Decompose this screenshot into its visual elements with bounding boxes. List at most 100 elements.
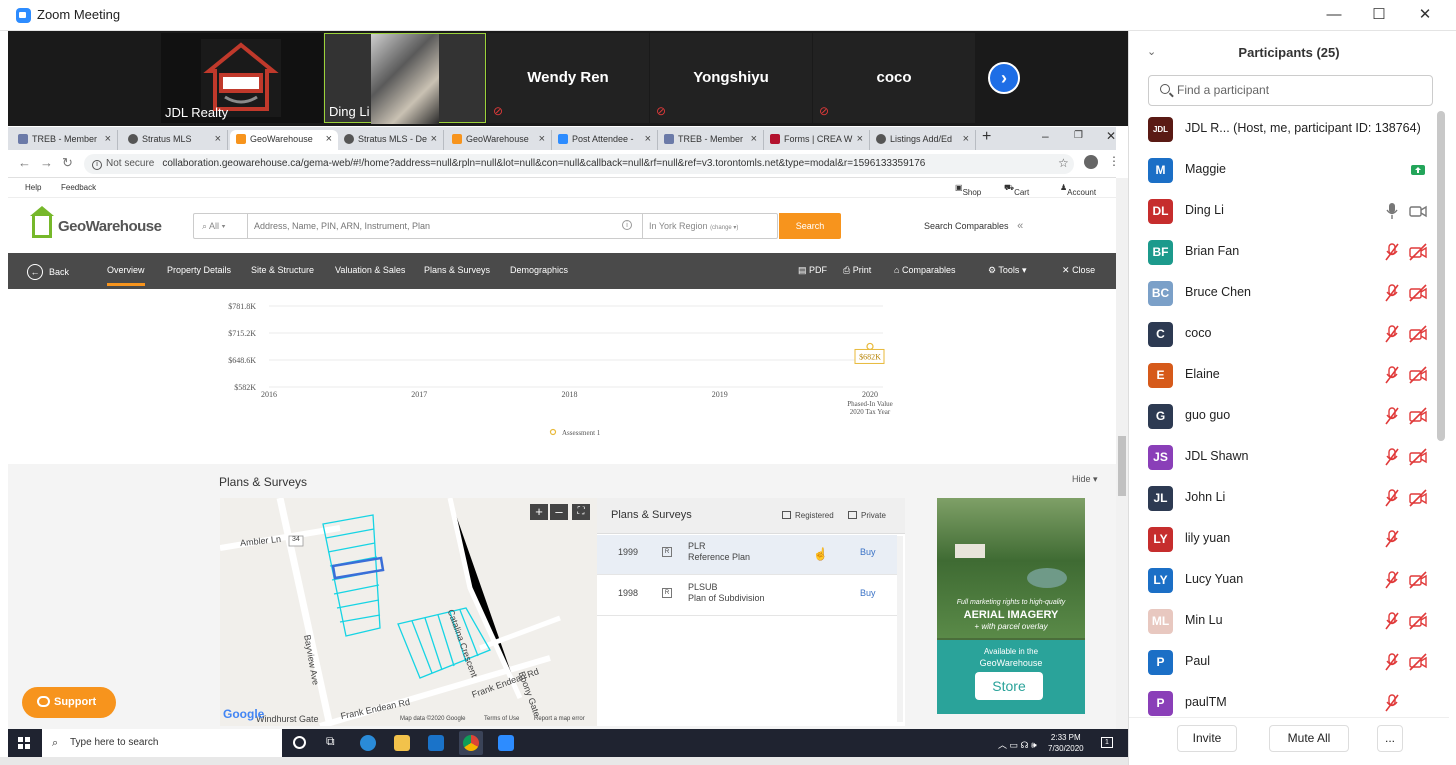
- forward-arrow-icon[interactable]: →: [40, 155, 53, 170]
- scrollbar-thumb[interactable]: [1118, 436, 1126, 496]
- video-tile-wendy-ren[interactable]: Wendy Ren ⊘: [487, 33, 649, 123]
- help-link[interactable]: Help: [25, 183, 41, 192]
- find-participant-input[interactable]: Find a participant: [1148, 75, 1433, 106]
- zoom-taskbar-icon[interactable]: [498, 735, 514, 751]
- reload-icon[interactable]: ↻: [62, 155, 73, 171]
- cart-link[interactable]: ⛟ Cart (0): [1004, 183, 1029, 206]
- profile-icon[interactable]: [1084, 155, 1098, 169]
- tab-treb-member-2[interactable]: TREB - Member ×: [658, 130, 764, 150]
- close-tab-icon[interactable]: ×: [539, 130, 545, 148]
- nav-tab-valuation-sales[interactable]: Valuation & Sales: [335, 265, 405, 275]
- geowarehouse-logo[interactable]: GeoWarehouse: [30, 206, 162, 240]
- close-tab-icon[interactable]: ×: [105, 130, 111, 148]
- tab-geowarehouse[interactable]: GeoWarehouse ×: [230, 130, 338, 150]
- zoom-in-button[interactable]: +: [530, 504, 548, 520]
- bookmark-star-icon[interactable]: ☆: [1058, 156, 1069, 170]
- support-button[interactable]: Support: [22, 687, 116, 718]
- registered-filter[interactable]: Registered: [782, 511, 834, 520]
- close-tab-icon[interactable]: ×: [645, 130, 651, 148]
- print-button[interactable]: ⎙ Print: [843, 265, 871, 276]
- participant-row[interactable]: JL John Li: [1129, 478, 1449, 519]
- minimize-button[interactable]: —: [1322, 4, 1346, 26]
- participant-row[interactable]: JDL JDL R... (Host, me, participant ID: 1…: [1129, 109, 1449, 150]
- ad-store-button[interactable]: Store: [975, 672, 1043, 700]
- tab-stratus-mls[interactable]: Stratus MLS ×: [122, 130, 228, 150]
- plan-row[interactable]: 1999 R PLR Reference Plan Buy ☝: [597, 535, 897, 575]
- info-icon[interactable]: i: [622, 220, 632, 230]
- buy-link[interactable]: Buy: [860, 547, 876, 557]
- system-tray-icons[interactable]: ︿ ▭ ☊ 🕪: [998, 738, 1037, 751]
- task-view-icon[interactable]: ⧉: [326, 734, 342, 750]
- buy-link[interactable]: Buy: [860, 588, 876, 598]
- comparables-button[interactable]: ⌂ Comparables: [894, 265, 955, 275]
- edge-icon[interactable]: [360, 735, 376, 751]
- back-arrow-icon[interactable]: ←: [18, 155, 31, 170]
- participant-row[interactable]: LY lily yuan: [1129, 519, 1449, 560]
- mute-all-button[interactable]: Mute All: [1269, 725, 1349, 752]
- close-tab-icon[interactable]: ×: [751, 130, 757, 148]
- search-input[interactable]: [254, 218, 614, 234]
- region-selector[interactable]: In York Region (change ▾): [642, 214, 779, 238]
- participant-row[interactable]: P Paul: [1129, 642, 1449, 683]
- tab-geowarehouse-2[interactable]: GeoWarehouse ×: [446, 130, 552, 150]
- video-tile-ding-li[interactable]: Ding Li ⊘: [324, 33, 503, 124]
- close-tab-icon[interactable]: ×: [857, 130, 863, 148]
- nav-tab-plans-surveys[interactable]: Plans & Surveys: [424, 265, 490, 275]
- notification-center-icon[interactable]: 1: [1101, 737, 1113, 748]
- mail-icon[interactable]: [428, 735, 444, 751]
- terms-of-use-link[interactable]: Terms of Use: [484, 716, 519, 722]
- info-icon[interactable]: i: [92, 160, 102, 170]
- aerial-imagery-ad[interactable]: Full marketing rights to high-quality AE…: [937, 498, 1085, 714]
- shop-link[interactable]: ▣ Shop: [955, 183, 981, 197]
- panel-scrollbar[interactable]: [897, 536, 903, 722]
- tab-stratus-mls-de[interactable]: Stratus MLS - De ×: [338, 130, 444, 150]
- windows-start-icon[interactable]: [18, 737, 30, 749]
- region-change-link[interactable]: (change ▾): [710, 225, 738, 231]
- pdf-button[interactable]: ▤ PDF: [798, 265, 827, 276]
- survey-map[interactable]: Ambler Ln 34 Catalina Crescent Frank End…: [219, 497, 597, 729]
- close-tab-icon[interactable]: ×: [431, 130, 437, 148]
- back-button[interactable]: ← Back: [27, 264, 69, 280]
- participant-row[interactable]: Ccoco: [1129, 314, 1449, 355]
- menu-kebab-icon[interactable]: ⋮: [1108, 154, 1120, 168]
- participant-row[interactable]: DL Ding Li: [1129, 191, 1449, 232]
- search-scope-select[interactable]: ⌕ All ▾: [194, 214, 248, 238]
- participant-row[interactable]: BF Brian Fan: [1129, 232, 1449, 273]
- tab-treb-member[interactable]: TREB - Member ×: [12, 130, 118, 150]
- page-scrollbar[interactable]: [1116, 178, 1128, 729]
- nav-tab-site-structure[interactable]: Site & Structure: [251, 265, 314, 275]
- invite-button[interactable]: Invite: [1177, 725, 1237, 752]
- close-button[interactable]: ✕: [1413, 4, 1437, 26]
- tab-forms-crea[interactable]: Forms | CREA W ×: [764, 130, 870, 150]
- browser-minimize-icon[interactable]: –: [1042, 129, 1049, 143]
- participant-row[interactable]: ML Min Lu: [1129, 601, 1449, 642]
- new-tab-icon[interactable]: +: [982, 128, 991, 146]
- participant-row[interactable]: M Maggie: [1129, 150, 1449, 191]
- search-comparables-link[interactable]: Search Comparables «: [924, 220, 1023, 232]
- taskbar-clock[interactable]: 2:33 PM 7/30/2020: [1048, 732, 1084, 754]
- more-options-button[interactable]: ...: [1377, 725, 1403, 752]
- browser-restore-icon[interactable]: ❐: [1074, 130, 1083, 141]
- next-page-arrow-icon[interactable]: ›: [988, 62, 1020, 94]
- participant-row[interactable]: Gguo guo: [1129, 396, 1449, 437]
- account-link[interactable]: ♟ Account: [1060, 183, 1096, 197]
- collapse-double-chevron-icon[interactable]: «: [1017, 220, 1023, 232]
- tab-post-attendee[interactable]: Post Attendee - ×: [552, 130, 658, 150]
- nav-tab-demographics[interactable]: Demographics: [510, 265, 568, 275]
- participant-row[interactable]: JS JDL Shawn: [1129, 437, 1449, 478]
- close-tab-icon[interactable]: ×: [215, 130, 221, 148]
- browser-close-icon[interactable]: ✕: [1106, 129, 1116, 143]
- plan-row[interactable]: 1998 R PLSUB Plan of Subdivision Buy: [597, 576, 897, 616]
- file-explorer-icon[interactable]: [394, 735, 410, 751]
- hide-section-button[interactable]: Hide ▾: [1072, 474, 1098, 485]
- taskbar-search[interactable]: ⌕ Type here to search: [42, 729, 282, 757]
- close-report-button[interactable]: ✕ Close: [1062, 265, 1095, 276]
- video-tile-yongshiyu[interactable]: Yongshiyu ⊘: [650, 33, 812, 123]
- participant-row[interactable]: E Elaine: [1129, 355, 1449, 396]
- video-tile-coco[interactable]: coco ⊘: [813, 33, 975, 123]
- tab-listings-add[interactable]: Listings Add/Ed ×: [870, 130, 976, 150]
- tools-button[interactable]: ⚙ Tools ▾: [988, 265, 1026, 276]
- participant-row[interactable]: BC Bruce Chen: [1129, 273, 1449, 314]
- url-field[interactable]: i Not secure collaboration.geowarehouse.ca…: [84, 154, 1074, 174]
- private-filter[interactable]: Private: [848, 511, 886, 520]
